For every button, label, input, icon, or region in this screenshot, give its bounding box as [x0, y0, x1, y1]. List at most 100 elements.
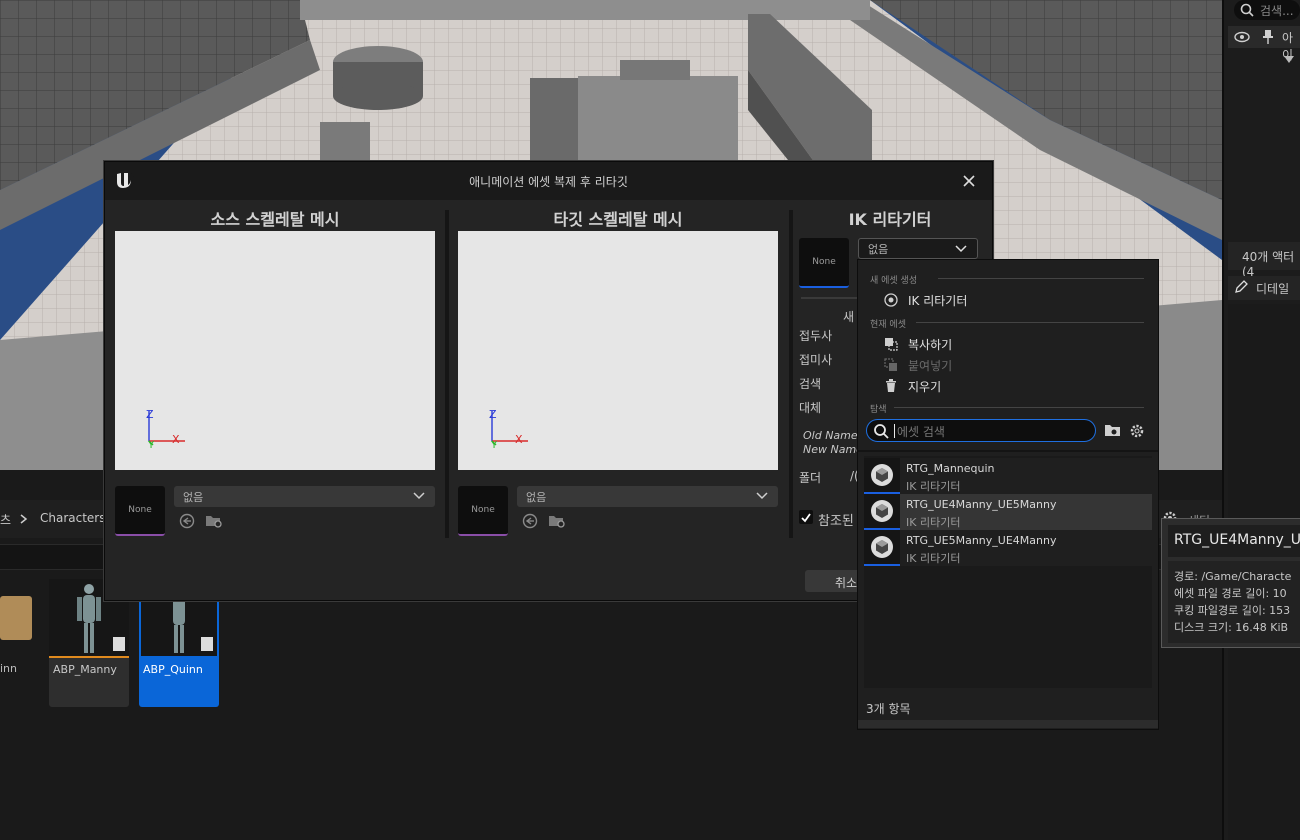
use-selected-icon[interactable] — [179, 513, 195, 529]
delete-item[interactable]: 지우기 — [878, 376, 1148, 396]
create-ik-retargeter-item[interactable]: IK 리타기터 — [878, 290, 1148, 310]
target-preview-viewport[interactable]: Z X Y — [458, 231, 778, 470]
gear-icon[interactable] — [1129, 423, 1145, 439]
paste-label: 붙여넣기 — [908, 359, 953, 373]
ik-retargeter-combo-value: 없음 — [868, 242, 889, 256]
item-count: 3개 항목 — [866, 702, 911, 716]
outliner-search[interactable]: 검색... — [1234, 0, 1300, 20]
asset-thumbnail — [864, 494, 900, 530]
tooltip-asset-path-length: 에셋 파일 경로 길이: 10 — [1174, 587, 1287, 600]
asset-list-item[interactable]: RTG_UE4Manny_UE5Manny IK 리타기터 — [864, 494, 1152, 530]
asset-thumbnail[interactable] — [0, 596, 32, 640]
asset-search-placeholder: 에셋 검색 — [897, 425, 945, 439]
delete-label: 지우기 — [908, 380, 942, 394]
tooltip-cook-path-length: 쿠킹 파일경로 길이: 153 — [1174, 604, 1291, 617]
pin-icon[interactable] — [1262, 30, 1274, 44]
section-current-asset: 현재 에셋 — [870, 320, 906, 330]
referenced-checkbox-label[interactable]: 참조된 — [818, 510, 854, 529]
section-new-asset: 새 에셋 생성 — [870, 276, 918, 286]
prefix-label: 접두사 — [799, 329, 833, 343]
copy-icon — [885, 338, 898, 351]
axis-y-label: Y — [491, 440, 498, 451]
target-mesh-combo-value: 없음 — [526, 490, 547, 504]
chevron-right-icon — [20, 514, 28, 524]
source-mesh-thumbnail[interactable]: None — [115, 486, 165, 536]
close-icon[interactable] — [962, 174, 976, 188]
retargeter-icon — [871, 464, 893, 486]
source-panel-title: 소스 스켈레탈 메시 — [210, 210, 340, 229]
text-caret — [894, 424, 895, 438]
source-mesh-combo-value: 없음 — [183, 490, 204, 504]
suffix-label: 접미사 — [799, 353, 833, 367]
ik-retargeter-combo[interactable]: 없음 — [858, 238, 978, 259]
details-tab[interactable]: 디테일 — [1228, 276, 1300, 300]
asset-type: IK 리타기터 — [906, 552, 961, 565]
axis-z-label: Z — [146, 408, 154, 421]
paste-item[interactable]: 붙여넣기 — [878, 355, 1148, 375]
asset-type-bar — [49, 656, 129, 658]
browse-folder-icon[interactable] — [205, 513, 223, 529]
menu-footer — [858, 720, 1158, 728]
folder-label: 폴더 — [799, 471, 822, 485]
trash-icon — [886, 379, 896, 392]
asset-search-input[interactable]: 에셋 검색 — [866, 419, 1096, 442]
retargeter-icon — [871, 500, 893, 522]
checkmark-icon — [801, 513, 811, 523]
source-mesh-combo[interactable]: 없음 — [174, 486, 435, 507]
asset-name: RTG_UE4Manny_UE5Manny — [906, 498, 1057, 511]
axis-y-label: Y — [148, 440, 155, 451]
chevron-down-icon — [756, 492, 768, 500]
section-divider — [801, 297, 857, 299]
world-outliner: 검색... 아이 40개 액터(4 디테일 — [1222, 0, 1300, 840]
retargeter-icon — [884, 293, 898, 307]
asset-list-item[interactable]: RTG_UE5Manny_UE4Manny IK 리타기터 — [864, 530, 1152, 566]
asset-thumbnail — [864, 530, 900, 566]
search-icon — [1240, 3, 1254, 17]
actor-count: 40개 액터(4 — [1242, 250, 1295, 279]
cancel-button[interactable]: 취소 — [805, 570, 865, 592]
ik-retargeter-thumbnail[interactable]: None — [799, 238, 849, 288]
asset-tooltip: RTG_UE4Manny_U 경로: /Game/Characte 에셋 파일 … — [1161, 518, 1300, 648]
chevron-down-icon — [955, 245, 967, 253]
source-preview-viewport[interactable]: Z X Y — [115, 231, 435, 470]
target-mesh-combo[interactable]: 없음 — [517, 486, 778, 507]
referenced-checkbox[interactable] — [799, 510, 813, 524]
outliner-search-placeholder: 검색... — [1260, 4, 1294, 18]
breadcrumb-prev[interactable]: 츠 — [0, 511, 11, 528]
section-browse: 탐색 — [870, 405, 887, 415]
section-divider — [894, 407, 1144, 408]
new-name-label: New Name — [803, 443, 863, 456]
search-icon — [874, 424, 889, 439]
asset-thumbnail — [864, 458, 900, 494]
tooltip-title: RTG_UE4Manny_U — [1174, 532, 1300, 548]
outliner-header: 아이 — [1228, 26, 1300, 62]
cancel-button-label: 취소 — [835, 576, 858, 590]
asset-name: RTG_Mannequin — [906, 462, 995, 475]
actor-count-bar: 40개 액터(4 — [1228, 242, 1300, 279]
asset-type: IK 리타기터 — [906, 480, 961, 493]
dialog-titlebar: 애니메이션 에셋 복제 후 리타깃 — [105, 162, 992, 200]
breadcrumb-characters[interactable]: Characters — [40, 511, 106, 525]
eye-icon[interactable] — [1234, 31, 1250, 43]
ik-panel-title: IK 리타기터 — [848, 210, 932, 229]
search-label: 검색 — [799, 377, 822, 391]
axis-z-label: Z — [489, 408, 497, 421]
axis-x-label: X — [515, 433, 523, 446]
browse-folder-icon[interactable] — [548, 513, 566, 529]
old-name-label: Old Name — [803, 429, 858, 442]
section-divider — [938, 278, 1144, 279]
target-panel-title: 타깃 스켈레탈 메시 — [553, 210, 683, 229]
target-mesh-thumbnail[interactable]: None — [458, 486, 508, 536]
use-selected-icon[interactable] — [522, 513, 538, 529]
copy-item[interactable]: 복사하기 — [878, 334, 1148, 354]
asset-name: inn — [0, 662, 17, 675]
asset-type: IK 리타기터 — [906, 516, 961, 529]
asset-list-item[interactable]: RTG_Mannequin IK 리타기터 — [864, 458, 1152, 494]
chevron-down-icon[interactable] — [1284, 56, 1294, 64]
asset-picker-menu: 새 에셋 생성 IK 리타기터 현재 에셋 복사하기 붙여넣기 지우기 탐색 에… — [857, 259, 1159, 730]
folder-icon[interactable] — [1104, 423, 1122, 438]
paste-icon — [884, 358, 897, 371]
replace-label: 대체 — [799, 401, 822, 415]
panel-divider — [445, 210, 449, 538]
asset-name: ABP_Quinn — [143, 663, 203, 676]
